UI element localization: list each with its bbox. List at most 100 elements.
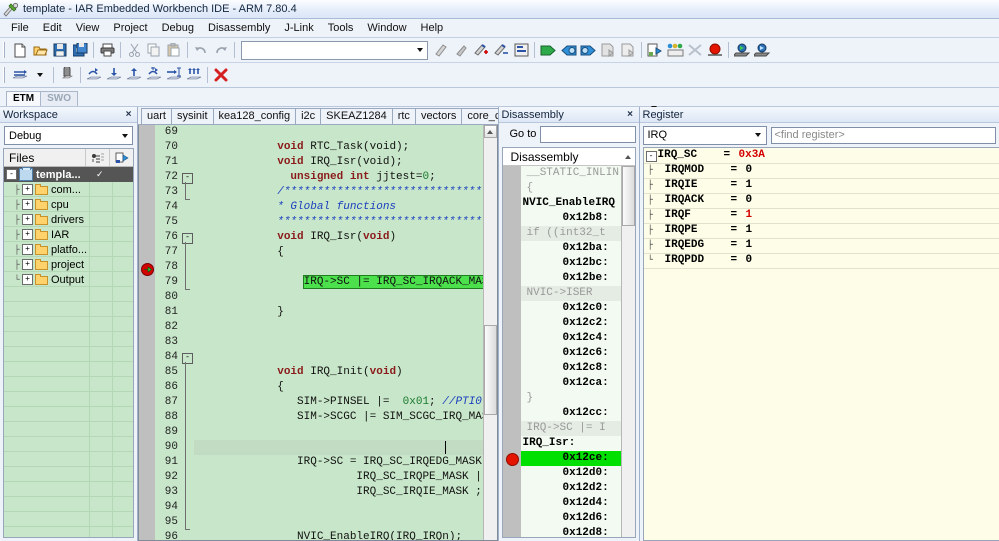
register-value[interactable]: 0 — [746, 163, 753, 178]
build-column-icon[interactable] — [109, 149, 133, 166]
disassembly-gutter[interactable] — [503, 166, 521, 537]
disassembly-vertical-scrollbar[interactable] — [621, 166, 635, 537]
menu-view[interactable]: View — [69, 21, 107, 35]
menu-disassembly[interactable]: Disassembly — [201, 21, 277, 35]
tree-item-iar[interactable]: ├ + IAR — [12, 227, 69, 242]
tree-item-output[interactable]: └ + Output — [12, 272, 84, 287]
tab-rtc[interactable]: rtc — [392, 108, 416, 124]
chevron-down-icon[interactable] — [412, 43, 427, 58]
register-value[interactable]: 0 — [746, 253, 753, 268]
tab-uart[interactable]: uart — [141, 108, 172, 124]
register-group-dropdown[interactable]: IRQ — [643, 126, 767, 145]
fold-toggle-icon[interactable]: - — [182, 173, 193, 184]
tree-item-project[interactable]: ├ + project — [12, 257, 84, 272]
new-file-icon[interactable] — [10, 40, 30, 60]
tab-sysinit[interactable]: sysinit — [171, 108, 214, 124]
expander-icon[interactable]: + — [22, 214, 33, 225]
tab-etm[interactable]: ETM — [6, 91, 41, 106]
expander-icon[interactable]: + — [22, 184, 33, 195]
step-out-icon[interactable] — [124, 65, 144, 85]
expander-icon[interactable]: + — [22, 199, 33, 210]
tab-swo[interactable]: SWO — [40, 91, 78, 106]
breakpoint-icon[interactable] — [705, 40, 725, 60]
menu-tools[interactable]: Tools — [321, 21, 361, 35]
toolbar-search-combo[interactable] — [241, 41, 428, 60]
tree-item-platform[interactable]: ├ + platfo... — [12, 242, 87, 257]
break-icon[interactable] — [57, 65, 77, 85]
run-to-cursor-icon[interactable] — [164, 65, 184, 85]
register-value[interactable]: 1 — [746, 223, 753, 238]
tree-item-drivers[interactable]: ├ + drivers — [12, 212, 84, 227]
go-icon[interactable] — [538, 40, 558, 60]
menu-edit[interactable]: Edit — [36, 21, 69, 35]
stop-debugging-icon[interactable] — [211, 65, 231, 85]
register-grid[interactable]: - ├ ├ ├ ├ ├ ├ └ IRQ_SC = 0x3A IRQMOD = 0… — [643, 147, 999, 541]
save-icon[interactable] — [50, 40, 70, 60]
paste-icon[interactable] — [164, 40, 184, 60]
chevron-down-icon[interactable] — [117, 134, 132, 138]
tree-item-cpu[interactable]: ├ + cpu — [12, 197, 69, 212]
close-icon[interactable]: × — [123, 109, 134, 120]
menu-jlink[interactable]: J-Link — [277, 21, 320, 35]
fold-toggle-icon[interactable]: - — [182, 233, 193, 244]
step-forward-icon[interactable] — [578, 40, 598, 60]
undo-icon[interactable] — [191, 40, 211, 60]
tree-item-com[interactable]: ├ + com... — [12, 182, 81, 197]
print-icon[interactable] — [97, 40, 117, 60]
download-icon[interactable] — [752, 40, 772, 60]
code-folding-gutter[interactable]: - - - - — [181, 125, 194, 540]
disassembly-body[interactable]: __STATIC_INLIN { NVIC_EnableIRQ 0x12b8: … — [503, 166, 635, 537]
go-icon[interactable] — [184, 65, 204, 85]
disassembly-code[interactable]: __STATIC_INLIN { NVIC_EnableIRQ 0x12b8: … — [521, 166, 621, 537]
toolbar-grip[interactable] — [3, 67, 7, 83]
editor-vertical-scrollbar[interactable] — [483, 125, 497, 540]
scroll-up-button[interactable] — [484, 125, 497, 138]
bookmark-toggle-icon[interactable] — [471, 40, 491, 60]
stop-build-icon[interactable] — [685, 40, 705, 60]
goto-input[interactable] — [540, 126, 635, 143]
register-find-input[interactable]: <find register> — [771, 127, 997, 144]
make-column-icon[interactable] — [85, 149, 109, 166]
register-value[interactable]: 0 — [746, 193, 753, 208]
cut-icon[interactable] — [124, 40, 144, 60]
scroll-up-button[interactable] — [622, 155, 635, 159]
build-all-icon[interactable] — [645, 40, 665, 60]
step-back-icon[interactable] — [558, 40, 578, 60]
tab-i2c[interactable]: i2c — [295, 108, 321, 124]
download-debug-icon[interactable] — [732, 40, 752, 60]
tree-item-template[interactable]: - templa... — [6, 167, 81, 182]
debug-config-icon[interactable] — [665, 40, 685, 60]
menu-file[interactable]: File — [4, 21, 36, 35]
fold-toggle-icon[interactable]: - — [182, 353, 193, 364]
navigate-icon[interactable] — [511, 40, 531, 60]
expander-icon[interactable]: - — [6, 169, 17, 180]
reset-icon[interactable] — [10, 65, 30, 85]
next-statement-icon[interactable] — [144, 65, 164, 85]
register-value[interactable]: 1 — [746, 178, 753, 193]
tab-vectors[interactable]: vectors — [415, 108, 462, 124]
breakpoint-icon[interactable] — [506, 453, 519, 466]
expander-icon[interactable]: + — [22, 274, 33, 285]
expander-icon[interactable]: + — [22, 229, 33, 240]
register-value[interactable]: 1 — [746, 208, 753, 223]
scroll-thumb[interactable] — [622, 166, 635, 226]
code-editor[interactable]: 69 70 71 72 73 74 75 76 77 78 79 80 81 8… — [138, 125, 498, 541]
breakpoint-gutter[interactable] — [139, 125, 155, 540]
expander-icon[interactable]: + — [22, 244, 33, 255]
redo-icon[interactable] — [211, 40, 231, 60]
build-config-dropdown[interactable]: Debug — [4, 126, 133, 145]
menu-debug[interactable]: Debug — [155, 21, 201, 35]
menu-project[interactable]: Project — [106, 21, 154, 35]
register-value[interactable]: 1 — [746, 238, 753, 253]
register-value[interactable]: 0x3A — [739, 148, 765, 163]
find-next-icon[interactable] — [451, 40, 471, 60]
toolbar-grip[interactable] — [3, 42, 7, 58]
menu-help[interactable]: Help — [414, 21, 451, 35]
menu-window[interactable]: Window — [360, 21, 413, 35]
find-icon[interactable] — [431, 40, 451, 60]
chevron-down-icon[interactable] — [751, 133, 766, 137]
bookmark-clear-icon[interactable] — [491, 40, 511, 60]
tab-kea128-config[interactable]: kea128_config — [213, 108, 297, 124]
save-all-icon[interactable] — [70, 40, 90, 60]
expander-icon[interactable]: + — [22, 259, 33, 270]
